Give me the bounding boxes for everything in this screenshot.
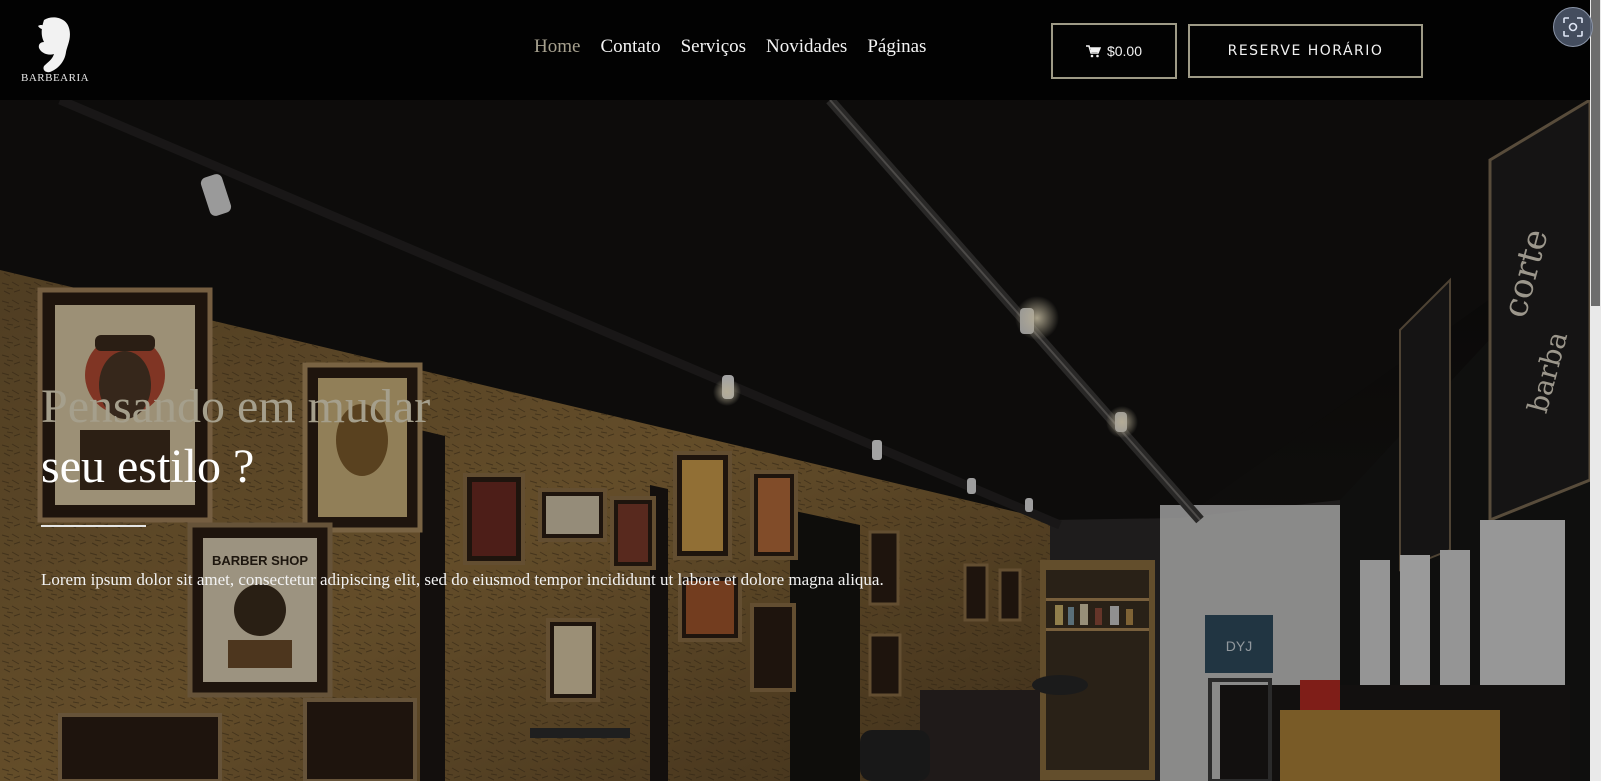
logo-text: BARBEARIA <box>21 72 90 84</box>
hero-lead-text: Lorem ipsum dolor sit amet, consectetur … <box>41 570 884 589</box>
hero-headline-line-2: seu estilo ? <box>41 440 255 493</box>
cart-amount: $0.00 <box>1106 43 1143 59</box>
nav-item-servicos[interactable]: Serviços <box>681 36 746 58</box>
hero-section: DYJ corte barba BARBER SHOP Pensando em … <box>0 100 1601 781</box>
screenshot-icon[interactable] <box>1553 7 1593 47</box>
nav-item-paginas[interactable]: Páginas <box>867 36 926 58</box>
page: BARBEARIA Home Contato Serviços Novidade… <box>0 0 1601 781</box>
hero-headline-line-1: Pensando em mudar <box>41 380 431 433</box>
cart-icon <box>1085 44 1101 57</box>
nav-item-contato[interactable]: Contato <box>600 36 660 58</box>
cart-button[interactable]: $0.00 <box>1051 23 1177 79</box>
scrollbar-thumb[interactable] <box>1591 0 1600 306</box>
reserve-button[interactable]: RESERVE HORÁRIO <box>1188 24 1423 78</box>
nav-item-novidades[interactable]: Novidades <box>766 36 847 58</box>
nav-item-home[interactable]: Home <box>534 36 580 58</box>
logo[interactable]: BARBEARIA <box>18 16 90 86</box>
barber-head-icon <box>38 17 70 73</box>
headline-divider <box>41 525 146 527</box>
main-nav: Home Contato Serviços Novidades Páginas <box>534 36 926 58</box>
site-header: BARBEARIA Home Contato Serviços Novidade… <box>0 0 1601 100</box>
